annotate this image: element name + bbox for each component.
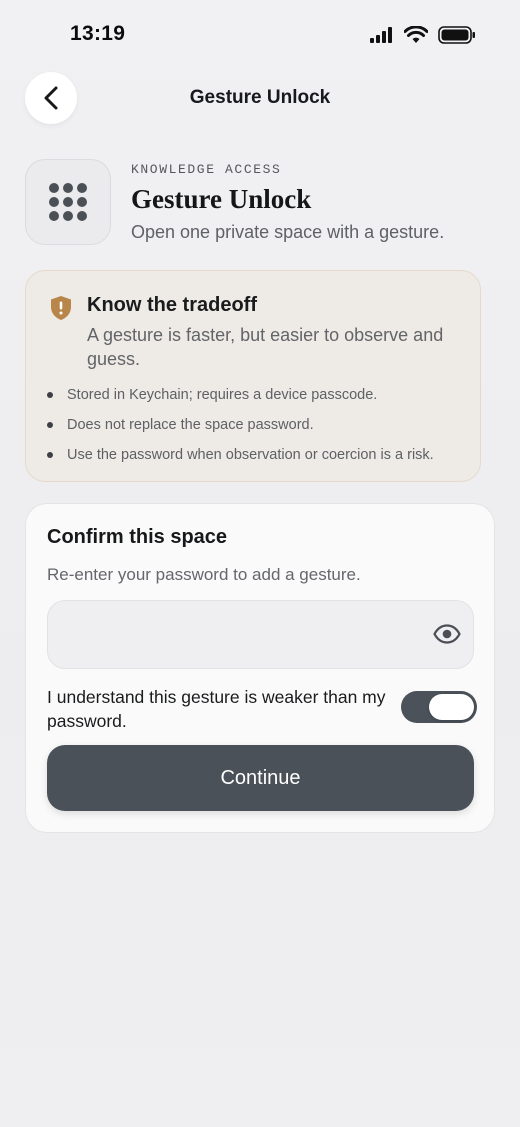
list-item: Stored in Keychain; requires a device pa… [47,385,434,415]
tradeoff-description: A gesture is faster, but easier to obser… [87,325,444,369]
tradeoff-bullet-list: Stored in Keychain; requires a device pa… [47,385,434,475]
tradeoff-title: Know the tradeoff [87,294,257,316]
hero-keypad-tile [25,159,111,245]
nav-title: Gesture Unlock [189,87,331,108]
bullet-icon [47,392,53,398]
bullet-text: Stored in Keychain; requires a device pa… [67,387,378,403]
battery-icon [438,26,475,44]
confirm-card: Confirm this space Re-enter your passwor… [25,503,495,833]
bullet-text: Use the password when observation or coe… [67,447,434,463]
password-input[interactable] [64,601,428,670]
status-time: 13:19 [70,22,126,45]
hero-subtitle: Open one private space with a gesture. [131,222,445,242]
status-icons [370,26,476,44]
list-item: Does not replace the space password. [47,415,434,445]
confirm-title: Confirm this space [47,526,228,548]
status-bar: 13:19 [0,0,520,72]
acknowledge-label: I understand this gesture is weaker than… [47,687,386,731]
shield-warning-icon [51,296,71,320]
bullet-icon [47,452,53,458]
hero-title: Gesture Unlock [131,184,312,214]
password-field [47,600,474,670]
tradeoff-card: Know the tradeoff A gesture is faster, b… [25,270,481,482]
wifi-icon [404,26,428,43]
list-item: Use the password when observation or coe… [47,445,434,475]
keypad-grid-icon [49,183,87,221]
bullet-text: Does not replace the space password. [67,417,314,433]
eye-icon[interactable] [433,624,461,644]
toggle-knob [429,694,474,720]
continue-button[interactable]: Continue [47,745,474,811]
hero-eyebrow: KNOWLEDGE ACCESS [131,162,282,177]
cellular-signal-icon [370,27,392,43]
confirm-subtitle: Re-enter your password to add a gesture. [47,565,361,584]
acknowledge-toggle[interactable] [401,691,477,723]
bullet-icon [47,422,53,428]
